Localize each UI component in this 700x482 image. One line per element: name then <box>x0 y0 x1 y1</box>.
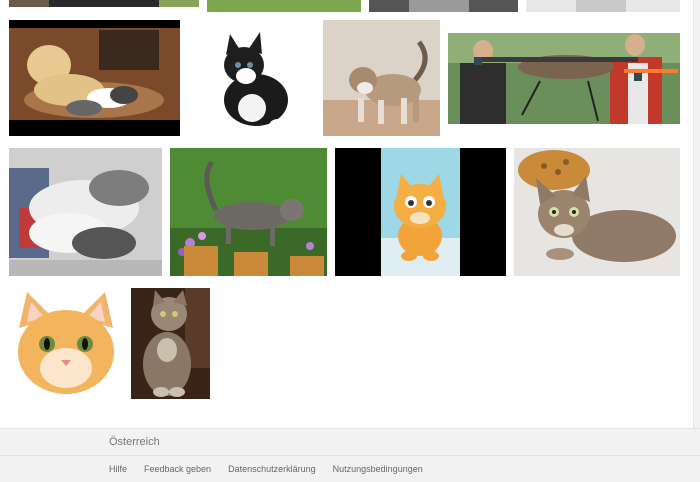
footer-region: Österreich <box>109 436 160 448</box>
image-result-black-white-kitten[interactable] <box>196 20 312 136</box>
image-result-top-1[interactable] <box>9 0 199 7</box>
image-result-top-3[interactable] <box>369 0 518 12</box>
footer-link-feedback[interactable]: Feedback geben <box>144 464 211 474</box>
footer-link-terms[interactable]: Nutzungsbedingungen <box>333 464 423 474</box>
image-result-tabby-on-fence[interactable] <box>170 148 327 276</box>
footer-link-privacy[interactable]: Datenschutzerklärung <box>228 464 316 474</box>
page-scrollbar[interactable] <box>693 0 700 428</box>
image-result-cat-drone[interactable] <box>448 33 680 124</box>
footer-links: Hilfe Feedback geben Datenschutzerklärun… <box>109 464 423 474</box>
image-result-dog-and-cats[interactable] <box>9 20 180 136</box>
image-result-top-4[interactable] <box>526 0 680 12</box>
image-result-tabby-kitten-lying[interactable] <box>514 148 680 276</box>
image-result-top-2[interactable] <box>207 0 361 12</box>
image-results-page: Österreich Hilfe Feedback geben Datensch… <box>0 0 700 482</box>
footer-link-help[interactable]: Hilfe <box>109 464 127 474</box>
footer: Österreich Hilfe Feedback geben Datensch… <box>0 428 700 482</box>
footer-divider <box>0 455 700 456</box>
image-result-ginger-kitten-face[interactable] <box>9 288 123 399</box>
image-result-tabby-sitting-upright[interactable] <box>131 288 210 399</box>
image-result-talking-ginger-cat[interactable] <box>335 148 506 276</box>
image-result-tabby-kitten-walking[interactable] <box>323 20 440 136</box>
image-result-cats-sleeping-newspaper[interactable] <box>9 148 162 276</box>
